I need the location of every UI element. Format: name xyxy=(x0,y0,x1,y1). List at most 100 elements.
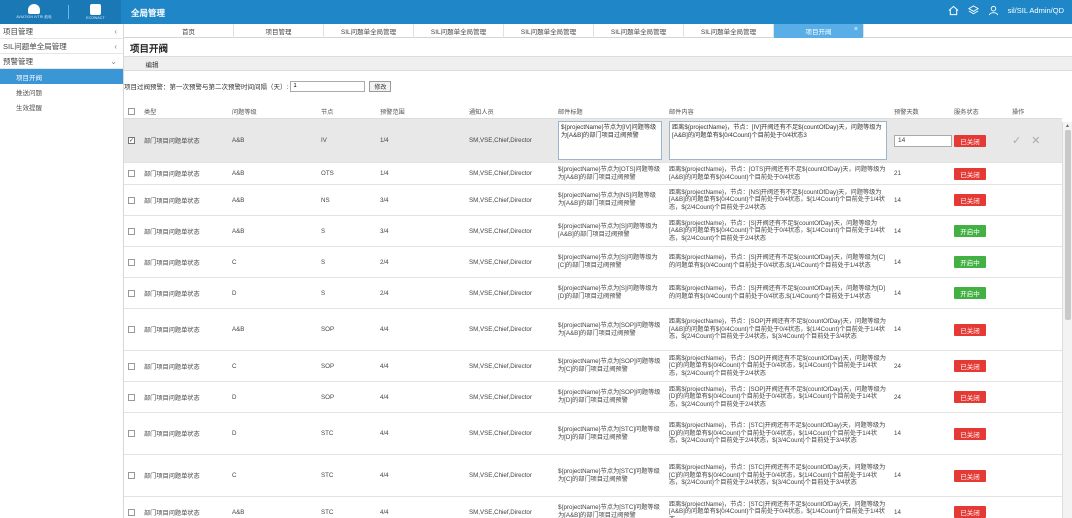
status-toggle-button[interactable]: 已关闭 xyxy=(954,469,986,482)
cancel-icon[interactable]: ✕ xyxy=(1031,134,1040,147)
table-row[interactable]: 部门项目问题单状态 A&B S 3/4 SM,VSE,Chief,Directo… xyxy=(124,216,1062,247)
table-row[interactable]: 部门项目问题单状态 C STC 4/4 SM,VSE,Chief,Directo… xyxy=(124,455,1062,497)
table-row[interactable]: 部门项目问题单状态 C S 2/4 SM,VSE,Chief,Director … xyxy=(124,247,1062,278)
status-toggle-button[interactable]: 已关闭 xyxy=(954,427,986,440)
mail-content-editor[interactable]: 距离${projectName}，节点：[IV]开阀还有不足${countOfD… xyxy=(669,121,887,160)
tab-home[interactable]: 首页 xyxy=(144,24,234,38)
status-toggle-button[interactable]: 开启中 xyxy=(954,225,986,237)
status-cell: 已关闭 xyxy=(954,382,1004,412)
row-checkbox[interactable] xyxy=(128,258,135,266)
row-checkbox[interactable] xyxy=(128,170,135,177)
issue-level: A&B xyxy=(232,170,245,177)
select-all-checkbox[interactable] xyxy=(128,107,135,115)
modify-button[interactable]: 修改 xyxy=(369,80,392,92)
col-node: 节点 xyxy=(321,108,334,116)
mail-title-cell: ${projectName}节点为[STC]问题等级为[D]的部门项目过阀预警 xyxy=(556,413,664,454)
mail-title: ${projectName}节点为[S]问题等级为[C]的部门项目过阀预警 xyxy=(558,254,658,269)
mail-content: 距离${projectName}，节点：[SOP]开阀还有不足${countOf… xyxy=(669,385,886,408)
close-icon[interactable]: × xyxy=(854,26,858,33)
col-mail-title: 邮件标题 xyxy=(558,108,583,116)
row-checkbox[interactable] xyxy=(128,196,135,204)
top-right-tools: sil/SIL Admin/QD xyxy=(948,5,1064,16)
status-toggle-button[interactable]: 已关闭 xyxy=(954,506,986,518)
issue-level: D xyxy=(232,289,237,297)
col-range: 预警范围 xyxy=(380,108,405,116)
mail-title: ${projectName}节点为[SOP]问题等级为[D]的部门项目过阀预警 xyxy=(558,389,661,404)
status-toggle-button[interactable]: 开启中 xyxy=(954,256,986,268)
status-toggle-button[interactable]: 已关闭 xyxy=(954,134,986,147)
tab-sil-3[interactable]: SIL问题单全局管理 xyxy=(504,24,594,38)
interval-input[interactable] xyxy=(290,80,366,92)
table-row[interactable]: 部门项目问题单状态 A&B NS 3/4 SM,VSE,Chief,Direct… xyxy=(124,185,1062,216)
layers-icon[interactable] xyxy=(967,5,979,16)
table-row[interactable]: 部门项目问题单状态 A&B SOP 4/4 SM,VSE,Chief,Direc… xyxy=(124,309,1062,351)
tab-project-gate[interactable]: 项目开阀 × xyxy=(774,24,864,38)
row-checkbox[interactable] xyxy=(128,393,135,401)
sidebar-item-reminder[interactable]: 生效提醒 xyxy=(0,99,123,114)
row-checkbox[interactable] xyxy=(128,227,135,235)
notify-people: SM,VSE,Chief,Director xyxy=(469,258,532,266)
status-toggle-button[interactable]: 已关闭 xyxy=(954,391,986,403)
confirm-icon[interactable]: ✓ xyxy=(1012,134,1021,147)
row-checkbox[interactable]: ✓ xyxy=(128,137,135,144)
row-checkbox[interactable] xyxy=(128,508,135,516)
warning-range: 1/4 xyxy=(380,137,389,144)
chevron-down-icon: ⌄ xyxy=(110,56,117,66)
table-row[interactable]: ✓ 部门项目问题单状态 A&B IV 1/4 SM,VSE,Chief,Dire… xyxy=(124,119,1062,163)
table-row[interactable]: 部门项目问题单状态 C SOP 4/4 SM,VSE,Chief,Directo… xyxy=(124,351,1062,382)
table-row[interactable]: 部门项目问题单状态 D S 2/4 SM,VSE,Chief,Director … xyxy=(124,278,1062,309)
status-toggle-button[interactable]: 已关闭 xyxy=(954,360,986,372)
row-checkbox[interactable] xyxy=(128,326,135,333)
scroll-up-icon[interactable]: ▲ xyxy=(1065,123,1070,129)
action-cell xyxy=(1012,309,1062,350)
sidebar-group-label: SIL问题单全局管理 xyxy=(3,41,67,51)
user-icon[interactable] xyxy=(988,5,999,16)
mail-content-cell: 距离${projectName}，节点：[STC]开阀还有不足${countOf… xyxy=(667,497,889,518)
status-toggle-button[interactable]: 已关闭 xyxy=(954,323,986,336)
tab-sil-4[interactable]: SIL问题单全局管理 xyxy=(594,24,684,38)
table-row[interactable]: 部门项目问题单状态 D SOP 4/4 SM,VSE,Chief,Directo… xyxy=(124,382,1062,413)
status-toggle-button[interactable]: 已关闭 xyxy=(954,167,986,180)
sidebar-group-sil[interactable]: SIL问题单全局管理 ‹ xyxy=(0,39,123,54)
notify-people: SM,VSE,Chief,Director xyxy=(469,170,532,177)
warning-range: 4/4 xyxy=(380,393,389,401)
row-checkbox[interactable] xyxy=(128,289,135,297)
sidebar-item-push-issue[interactable]: 推送问题 xyxy=(0,84,123,99)
tab-sil-5[interactable]: SIL问题单全局管理 xyxy=(684,24,774,38)
node: S xyxy=(321,227,326,235)
mail-content-cell: 距离${projectName}，节点：[S]开阀还有不足${countOfDa… xyxy=(667,247,889,277)
mail-title-editor[interactable]: ${projectName}节点为[IV]问题等级为[A&B]的部门项目过阀预警 xyxy=(558,121,662,160)
table-row[interactable]: 部门项目问题单状态 D STC 4/4 SM,VSE,Chief,Directo… xyxy=(124,413,1062,455)
row-checkbox[interactable] xyxy=(128,472,135,479)
vertical-scrollbar[interactable]: ▲ xyxy=(1062,122,1072,518)
row-checkbox[interactable] xyxy=(128,430,135,437)
mail-content-cell: 距离${projectName}，节点：[SOP]开阀还有不足${countOf… xyxy=(667,351,889,381)
table-row[interactable]: 部门项目问题单状态 A&B STC 4/4 SM,VSE,Chief,Direc… xyxy=(124,497,1062,518)
type: 部门项目问题单状态 xyxy=(144,509,200,517)
node: OTS xyxy=(321,170,334,177)
warning-range: 4/4 xyxy=(380,508,389,516)
user-name[interactable]: sil/SIL Admin/QD xyxy=(1008,6,1064,15)
row-checkbox[interactable] xyxy=(128,362,135,370)
node: STC xyxy=(321,472,334,479)
issue-level: C xyxy=(232,472,237,479)
status-toggle-button[interactable]: 已关闭 xyxy=(954,194,986,206)
sidebar-group-project[interactable]: 项目管理 ‹ xyxy=(0,24,123,39)
edit-tab[interactable]: 编辑 xyxy=(138,58,166,70)
table-row[interactable]: 部门项目问题单状态 A&B OTS 1/4 SM,VSE,Chief,Direc… xyxy=(124,163,1062,185)
warning-days: 14 xyxy=(894,472,901,479)
status-toggle-button[interactable]: 开启中 xyxy=(954,287,986,299)
days-input[interactable]: 14 xyxy=(894,134,952,147)
tab-sil-2[interactable]: SIL问题单全局管理 xyxy=(414,24,504,38)
node: SOP xyxy=(321,393,335,401)
tab-project-management[interactable]: 项目管理 xyxy=(234,24,324,38)
scrollbar-thumb[interactable] xyxy=(1065,130,1071,320)
home-icon[interactable] xyxy=(948,5,959,16)
warning-days: 14 xyxy=(894,508,901,516)
mail-content: 距离${projectName}，节点：[STC]开阀还有不足${countOf… xyxy=(669,500,886,518)
warning-range: 4/4 xyxy=(380,472,389,479)
warning-range: 3/4 xyxy=(380,196,389,204)
tab-sil-1[interactable]: SIL问题单全局管理 xyxy=(324,24,414,38)
sidebar-group-warning[interactable]: 预警管理 ⌄ xyxy=(0,54,123,69)
sidebar-item-project-gate[interactable]: 项目开阀 xyxy=(0,69,123,84)
